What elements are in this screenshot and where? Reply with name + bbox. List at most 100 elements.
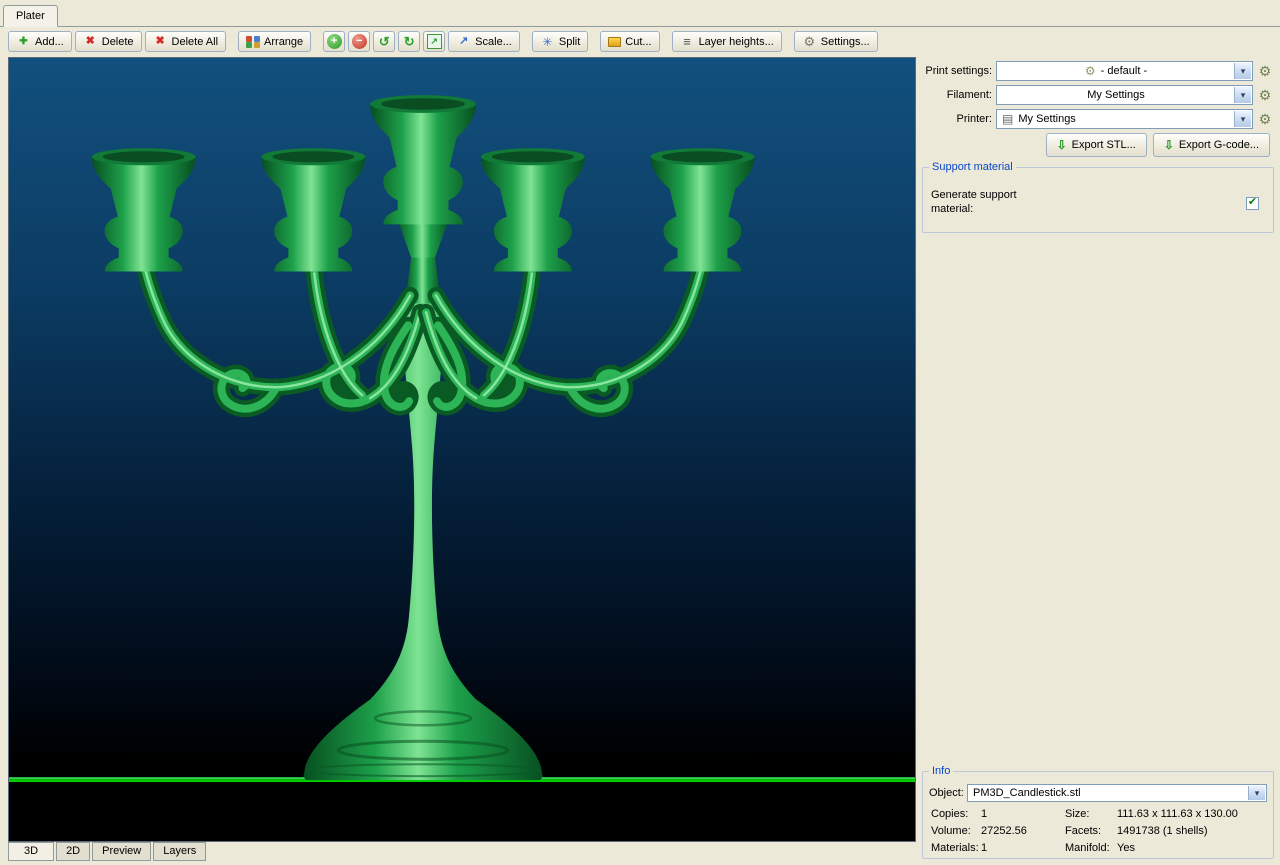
arrange-icon: [246, 35, 260, 49]
split-button[interactable]: ✳ Split: [532, 31, 588, 52]
delete-button[interactable]: ✖ Delete: [75, 31, 142, 52]
printer-label: Printer:: [922, 113, 992, 125]
filament-combo[interactable]: My Settings ▾: [996, 85, 1253, 105]
generate-support-label: Generate support material:: [931, 189, 1061, 217]
minus-circle-icon: −: [352, 34, 367, 49]
manifold-value: Yes: [1117, 842, 1267, 854]
check-icon: ✔: [1248, 197, 1257, 208]
scale-button-label: Scale...: [475, 36, 512, 48]
manifold-label: Manifold:: [1065, 842, 1115, 854]
rotate-ccw-button[interactable]: ↺: [373, 31, 395, 52]
cut-button-label: Cut...: [625, 36, 651, 48]
settings-panel: Print settings: ⚙ - default - ▾ ⚙ Filame…: [922, 61, 1274, 233]
rotate-cw-icon: ↻: [402, 34, 417, 49]
split-button-label: Split: [559, 36, 580, 48]
copies-label: Copies:: [931, 808, 979, 820]
decrease-copies-button[interactable]: −: [348, 31, 370, 52]
tab-preview[interactable]: Preview: [92, 842, 151, 861]
tab-3d[interactable]: 3D: [8, 842, 54, 861]
info-title: Info: [929, 765, 953, 777]
tab-2d[interactable]: 2D: [56, 842, 90, 861]
support-material-title: Support material: [929, 161, 1016, 173]
gear-icon: ⚙: [802, 34, 817, 49]
facets-label: Facets:: [1065, 825, 1115, 837]
delete-icon: ✖: [83, 34, 98, 49]
print-settings-gear-button[interactable]: ⚙: [1256, 62, 1274, 80]
export-row: ⇩ Export STL... ⇩ Export G-code...: [922, 133, 1270, 157]
cut-icon: [608, 37, 621, 47]
arrange-button-label: Arrange: [264, 36, 303, 48]
candelabra-model-render: [9, 58, 915, 841]
print-settings-row: Print settings: ⚙ - default - ▾ ⚙: [922, 61, 1274, 81]
layer-heights-icon: ≡: [680, 34, 695, 49]
printer-icon: ▤: [1002, 113, 1013, 125]
add-icon: ✚: [16, 34, 31, 49]
settings-button-label: Settings...: [821, 36, 870, 48]
layer-heights-button-label: Layer heights...: [699, 36, 774, 48]
chevron-down-icon[interactable]: ▾: [1234, 111, 1251, 127]
add-button[interactable]: ✚ Add...: [8, 31, 72, 52]
gear-icon: ⚙: [1085, 65, 1096, 77]
cut-button[interactable]: Cut...: [600, 31, 659, 52]
chevron-down-icon[interactable]: ▾: [1234, 63, 1251, 79]
tab-layers[interactable]: Layers: [153, 842, 206, 861]
copies-value: 1: [981, 808, 1063, 820]
filament-row: Filament: My Settings ▾ ⚙: [922, 85, 1274, 105]
rotate-cw-button[interactable]: ↻: [398, 31, 420, 52]
printer-row: Printer: ▤ My Settings ▾ ⚙: [922, 109, 1274, 129]
split-icon: ✳: [540, 34, 555, 49]
scale-icon: ↗: [456, 34, 471, 49]
3d-viewport[interactable]: [8, 57, 916, 842]
printer-gear-button[interactable]: ⚙: [1256, 110, 1274, 128]
object-label: Object:: [929, 787, 967, 799]
increase-copies-button[interactable]: +: [323, 31, 345, 52]
export-stl-label: Export STL...: [1072, 139, 1136, 151]
chevron-down-icon[interactable]: ▾: [1248, 786, 1265, 800]
arrange-button[interactable]: Arrange: [238, 31, 311, 52]
plater-page: ✚ Add... ✖ Delete ✖ Delete All Arrange +…: [0, 26, 1280, 865]
delete-all-button[interactable]: ✖ Delete All: [145, 31, 226, 52]
filament-gear-button[interactable]: ⚙: [1256, 86, 1274, 104]
layer-heights-button[interactable]: ≡ Layer heights...: [672, 31, 782, 52]
info-groupbox: Info Object: PM3D_Candlestick.stl ▾ Copi…: [922, 771, 1274, 859]
generate-support-checkbox[interactable]: ✔: [1246, 197, 1259, 210]
export-stl-button[interactable]: ⇩ Export STL...: [1046, 133, 1147, 157]
object-combo[interactable]: PM3D_Candlestick.stl ▾: [967, 784, 1267, 802]
slic3r-window: Plater ✚ Add... ✖ Delete ✖ Delete All Ar…: [0, 0, 1280, 865]
scale-to-fit-button[interactable]: ↗: [423, 31, 445, 52]
scale-button[interactable]: ↗ Scale...: [448, 31, 520, 52]
volume-value: 27252.56: [981, 825, 1063, 837]
delete-all-button-label: Delete All: [172, 36, 218, 48]
materials-label: Materials:: [931, 842, 979, 854]
facets-value: 1491738 (1 shells): [1117, 825, 1267, 837]
viewport-tabs: 3D 2D Preview Layers: [8, 842, 208, 861]
add-button-label: Add...: [35, 36, 64, 48]
size-label: Size:: [1065, 808, 1115, 820]
support-material-groupbox: Support material Generate support materi…: [922, 167, 1274, 233]
plus-circle-icon: +: [327, 34, 342, 49]
settings-button[interactable]: ⚙ Settings...: [794, 31, 878, 52]
volume-label: Volume:: [931, 825, 979, 837]
object-row: Object: PM3D_Candlestick.stl ▾: [929, 784, 1267, 802]
printer-combo[interactable]: ▤ My Settings ▾: [996, 109, 1253, 129]
chevron-down-icon[interactable]: ▾: [1234, 87, 1251, 103]
size-value: 111.63 x 111.63 x 130.00: [1117, 808, 1267, 820]
export-gcode-button[interactable]: ⇩ Export G-code...: [1153, 133, 1270, 157]
object-value: PM3D_Candlestick.stl: [973, 787, 1081, 799]
delete-all-icon: ✖: [153, 34, 168, 49]
filament-value: My Settings: [1087, 89, 1144, 101]
print-settings-combo[interactable]: ⚙ - default - ▾: [996, 61, 1253, 81]
main-tabstrip: Plater: [0, 0, 1280, 26]
tab-plater[interactable]: Plater: [3, 5, 58, 27]
print-settings-label: Print settings:: [922, 65, 992, 77]
scale-to-fit-icon: ↗: [427, 34, 442, 49]
delete-button-label: Delete: [102, 36, 134, 48]
export-gcode-label: Export G-code...: [1179, 139, 1259, 151]
info-grid: Copies: 1 Size: 111.63 x 111.63 x 130.00…: [929, 808, 1267, 854]
materials-value: 1: [981, 842, 1063, 854]
export-stl-icon: ⇩: [1057, 139, 1067, 151]
rotate-ccw-icon: ↺: [377, 34, 392, 49]
export-gcode-icon: ⇩: [1164, 139, 1174, 151]
printer-value: My Settings: [1018, 113, 1075, 125]
print-settings-value: - default -: [1101, 65, 1147, 77]
